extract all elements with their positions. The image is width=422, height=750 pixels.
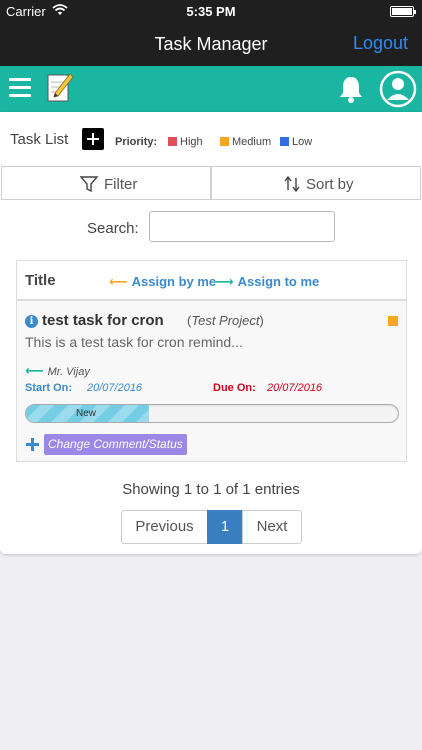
filter-bar: Filter Sort by bbox=[0, 166, 422, 200]
status-label: New bbox=[76, 408, 97, 419]
info-icon[interactable]: i bbox=[25, 315, 38, 328]
low-priority-swatch bbox=[280, 137, 289, 146]
task-row[interactable]: i test task for cron (Test Project) This… bbox=[16, 300, 407, 462]
task-description: This is a test task for cron remind... bbox=[25, 334, 243, 350]
due-date-label: Due On: bbox=[213, 382, 256, 394]
table-header: Title ⟵ Assign by me ⟶ Assign to me bbox=[16, 260, 407, 300]
task-list-title: Task List bbox=[10, 131, 69, 148]
task-title[interactable]: test task for cron bbox=[42, 312, 164, 329]
arrow-left-icon: ⟵ bbox=[109, 274, 128, 289]
sort-label: Sort by bbox=[306, 176, 354, 193]
start-date-value: 20/07/2016 bbox=[87, 382, 143, 394]
priority-indicator bbox=[388, 316, 398, 326]
clock: 5:35 PM bbox=[186, 4, 236, 19]
priority-label: Priority: bbox=[115, 136, 158, 148]
sort-icon bbox=[284, 175, 300, 193]
due-date-value: 20/07/2016 bbox=[267, 382, 323, 394]
sort-button[interactable]: Sort by bbox=[211, 166, 421, 200]
priority-legend-medium: Medium bbox=[220, 136, 271, 148]
priority-legend-high: High bbox=[168, 136, 203, 148]
notepad-icon[interactable] bbox=[46, 72, 74, 104]
menu-icon[interactable] bbox=[9, 78, 31, 98]
previous-page-button[interactable]: Previous bbox=[121, 510, 208, 544]
notification-bell-icon[interactable] bbox=[336, 74, 366, 104]
battery-icon bbox=[390, 6, 416, 17]
task-list-header: Task List Priority: High Medium Low bbox=[10, 126, 412, 152]
entries-info: Showing 1 to 1 of 1 entries bbox=[122, 481, 300, 498]
plus-icon[interactable] bbox=[26, 438, 39, 451]
change-comment-status-button[interactable]: Change Comment/Status bbox=[44, 434, 187, 455]
navigation-bar: Task Manager Logout bbox=[0, 22, 422, 66]
priority-legend-low: Low bbox=[280, 136, 312, 148]
arrow-right-icon: ⟶ bbox=[215, 274, 234, 289]
filter-label: Filter bbox=[104, 176, 138, 193]
medium-priority-swatch bbox=[220, 137, 229, 146]
user-profile-icon[interactable] bbox=[379, 70, 417, 108]
filter-button[interactable]: Filter bbox=[1, 166, 211, 200]
app-toolbar bbox=[0, 66, 422, 112]
assign-to-me-filter[interactable]: ⟶ Assign to me bbox=[215, 274, 319, 290]
search-input[interactable] bbox=[149, 211, 335, 242]
next-page-button[interactable]: Next bbox=[242, 510, 302, 544]
page-1-button[interactable]: 1 bbox=[207, 510, 243, 544]
task-assigner: ⟵ Mr. Vijay bbox=[25, 363, 90, 378]
high-priority-swatch bbox=[168, 137, 177, 146]
start-date-label: Start On: bbox=[25, 382, 73, 394]
status-progress-bar: New bbox=[25, 404, 399, 423]
arrow-left-icon: ⟵ bbox=[25, 363, 44, 378]
task-list-card: Task List Priority: High Medium Low Filt… bbox=[0, 112, 422, 554]
status-bar: Carrier 5:35 PM bbox=[0, 0, 422, 22]
logout-button[interactable]: Logout bbox=[353, 33, 408, 54]
task-project: (Test Project) bbox=[187, 313, 264, 328]
assign-by-me-filter[interactable]: ⟵ Assign by me bbox=[109, 274, 216, 290]
filter-icon bbox=[80, 176, 98, 193]
add-task-button[interactable] bbox=[82, 128, 104, 150]
title-column-header: Title bbox=[25, 272, 56, 289]
search-label: Search: bbox=[87, 220, 139, 237]
